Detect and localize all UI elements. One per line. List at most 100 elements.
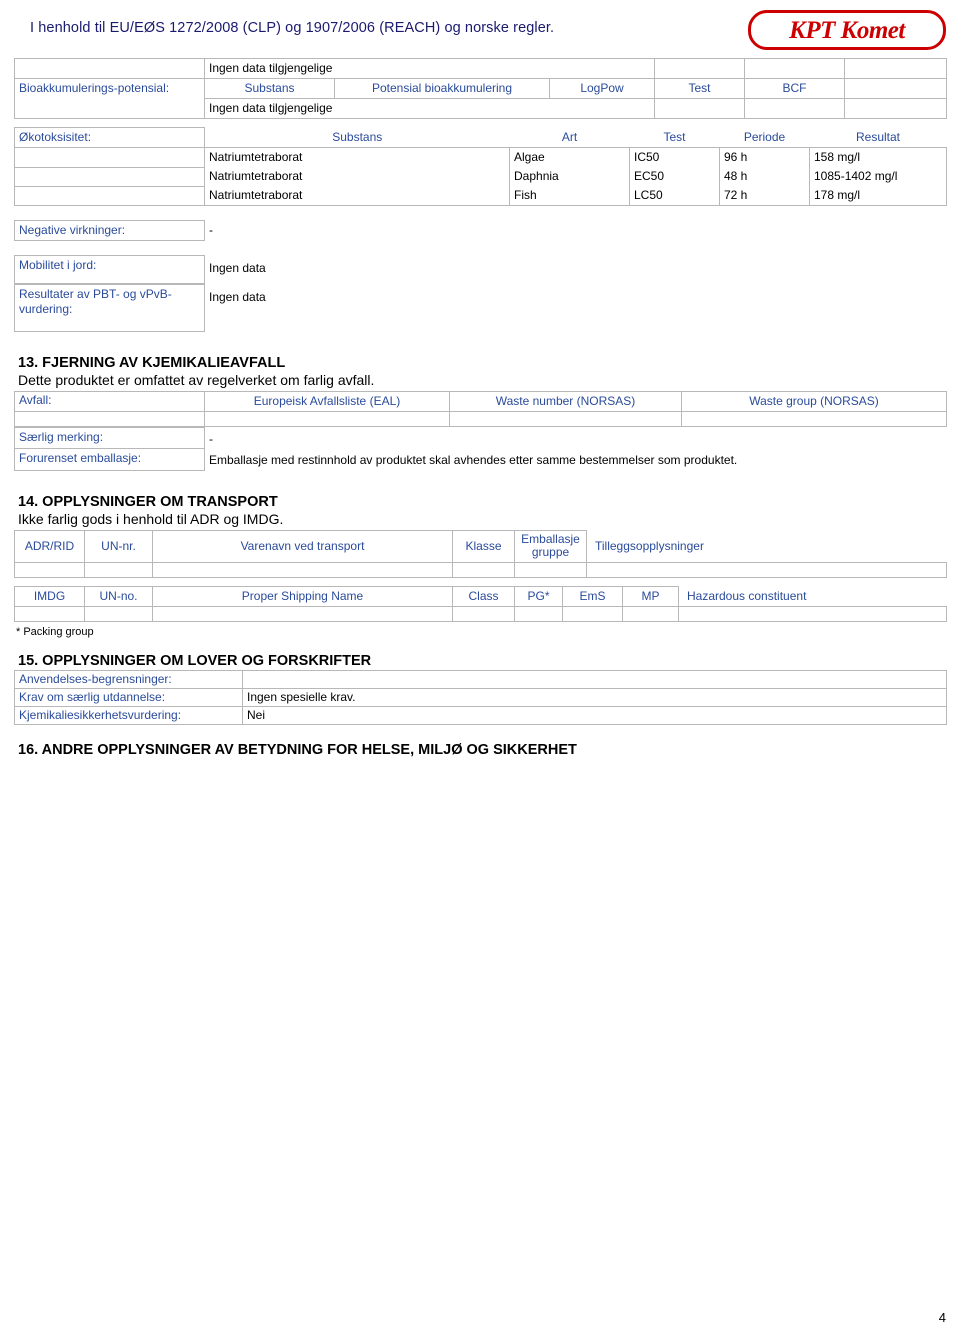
company-logo-text: KPT Komet	[789, 17, 905, 44]
waste-label: Avfall:	[14, 391, 205, 412]
section-14-subtitle: Ikke farlig gods i henhold til ADR og IM…	[18, 510, 284, 527]
table-row: Negative virkninger: -	[14, 220, 947, 241]
cell-eal-value	[204, 411, 450, 427]
cell-substance: Natriumtetraborat	[204, 186, 510, 206]
table-row: Kjemikaliesikkerhetsvurdering: Nei	[14, 706, 947, 726]
cell-species: Algae	[509, 147, 630, 167]
col-header-logpow: LogPow	[549, 78, 655, 99]
table-row: Særlig merking: -	[14, 427, 947, 449]
restrictions-value	[242, 670, 947, 690]
bioaccumulation-table: Ingen data tilgjengelige Bioakkumulering…	[14, 58, 947, 119]
cell-test: LC50	[629, 186, 720, 206]
cell-period: 96 h	[719, 147, 810, 167]
col-header-waste-group: Waste group (NORSAS)	[681, 391, 947, 412]
col-header-result: Resultat	[855, 129, 901, 144]
table-row: Bioakkumulerings-potensial: Substans Pot…	[14, 78, 947, 119]
table-row: IMDG UN-no. Proper Shipping Name Class P…	[14, 586, 947, 608]
col-header-substance: Substans	[204, 78, 335, 99]
special-marking-table: Særlig merking: - Forurenset emballasje:…	[14, 427, 947, 471]
imdg-mode-value	[14, 606, 85, 623]
table-row: Avfall: Europeisk Avfallsliste (EAL) Was…	[14, 391, 947, 412]
cell-result: 1085-1402 mg/l	[809, 167, 947, 186]
imdg-un-value	[84, 606, 153, 623]
packing-group-footnote: * Packing group	[16, 626, 94, 639]
spacer-cell	[844, 98, 947, 119]
table-row: Natriumtetraborat Algae IC50 96 h 158 mg…	[14, 147, 947, 168]
table-row: Natriumtetraborat Fish LC50 72 h 178 mg/…	[14, 185, 947, 206]
bioaccumulation-label: Bioakkumulerings-potensial:	[14, 78, 205, 119]
cell-result: 158 mg/l	[809, 147, 947, 167]
imdg-class-header: Class	[452, 586, 515, 608]
cell-period: 72 h	[719, 186, 810, 206]
document-page: I henhold til EU/EØS 1272/2008 (CLP) og …	[0, 0, 960, 1337]
section-13-title: 13. FJERNING AV KJEMIKALIEAVFALL	[18, 355, 286, 371]
restrictions-label: Anvendelses-begrensninger:	[14, 670, 243, 690]
table-row: Forurenset emballasje: Emballasje med re…	[14, 448, 947, 471]
col-header-potential: Potensial bioakkumulering	[334, 78, 550, 99]
spacer-cell	[514, 606, 563, 623]
negative-effects-label: Negative virkninger:	[14, 220, 205, 241]
company-logo: KPT Komet	[748, 10, 946, 50]
col-header-species: Art	[561, 129, 578, 144]
negative-effects-table: Negative virkninger: -	[14, 220, 947, 241]
cell-result: 178 mg/l	[809, 186, 947, 206]
imdg-un-header: UN-no.	[84, 586, 153, 608]
table-row: Resultater av PBT- og vPvB-vurdering: In…	[14, 284, 947, 332]
spacer-cell	[514, 562, 587, 579]
table-row: Økotoksisitet: Substans Art Test Periode…	[14, 127, 947, 148]
pbt-table: Resultater av PBT- og vPvB-vurdering: In…	[14, 284, 947, 332]
spacer-cell	[14, 411, 205, 427]
adr-mode-value	[14, 562, 85, 579]
waste-table: Avfall: Europeisk Avfallsliste (EAL) Was…	[14, 391, 947, 427]
cell-species: Daphnia	[509, 167, 630, 186]
pbt-label: Resultater av PBT- og vPvB-vurdering:	[14, 284, 205, 332]
adr-packing-header: Emballasje gruppe	[514, 529, 587, 564]
contaminated-packaging-label: Forurenset emballasje:	[14, 448, 205, 471]
table-row: Krav om særlig utdannelse: Ingen spesiel…	[14, 688, 947, 708]
spacer-cell	[622, 606, 679, 623]
adr-class-header: Klasse	[452, 529, 515, 564]
cell-waste-number-value	[449, 411, 682, 427]
page-header: I henhold til EU/EØS 1272/2008 (CLP) og …	[14, 10, 946, 58]
cell-species: Fish	[509, 186, 630, 206]
page-number: 4	[938, 1310, 946, 1325]
adr-extra-header: Tilleggsopplysninger	[595, 538, 704, 553]
ecotoxicity-table: Økotoksisitet: Substans Art Test Periode…	[14, 127, 947, 206]
section-15-title: 15. OPPLYSNINGER OM LOVER OG FORSKRIFTER	[18, 653, 372, 670]
spacer-cell	[14, 58, 205, 79]
imdg-ems-header: EmS	[562, 586, 623, 608]
cell-test: IC50	[629, 147, 720, 167]
empty-cell	[744, 58, 845, 79]
adr-name-header: Varenavn ved transport	[152, 529, 453, 564]
col-header-substance: Substans	[332, 129, 383, 144]
mobility-label: Mobilitet i jord:	[14, 255, 205, 284]
col-header-test: Test	[654, 78, 745, 99]
special-marking-value: -	[209, 431, 213, 446]
col-header-period: Periode	[743, 129, 786, 144]
bioaccum-no-data-bottom: Ingen data tilgjengelige	[204, 98, 655, 119]
section-14: 14. OPPLYSNINGER OM TRANSPORT Ikke farli…	[14, 491, 947, 643]
page-content: I henhold til EU/EØS 1272/2008 (CLP) og …	[14, 10, 947, 759]
table-row: Mobilitet i jord: Ingen data	[14, 255, 947, 284]
spacer-cell	[586, 562, 947, 579]
section-14-title: 14. OPPLYSNINGER OM TRANSPORT	[18, 493, 278, 510]
col-header-waste-number: Waste number (NORSAS)	[449, 391, 682, 412]
adr-mode-label: ADR/RID	[14, 529, 85, 564]
table-row: Anvendelses-begrensninger:	[14, 670, 947, 690]
adr-un-header: UN-nr.	[84, 529, 153, 564]
spacer-cell	[14, 147, 205, 168]
negative-effects-value: -	[209, 222, 213, 237]
empty-cell	[744, 98, 845, 119]
imdg-hazardous-header: Hazardous constituent	[687, 588, 807, 603]
imdg-mode-label: IMDG	[14, 586, 85, 608]
mobility-value: Ingen data	[209, 260, 266, 275]
spacer-cell	[844, 78, 947, 99]
